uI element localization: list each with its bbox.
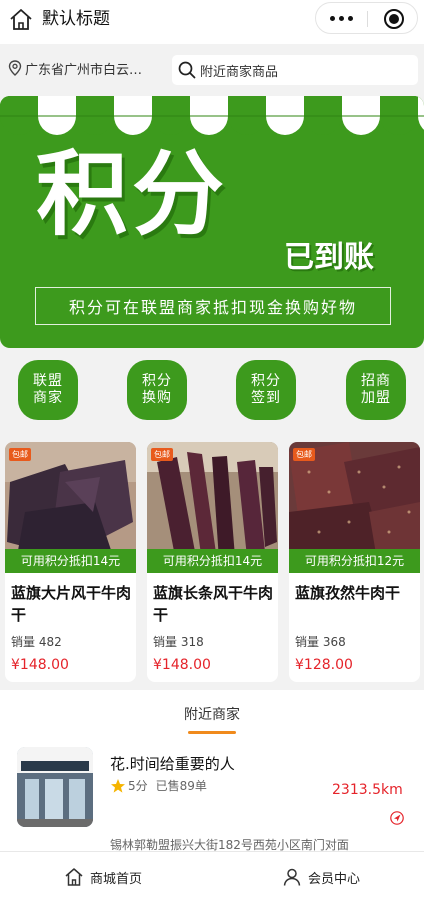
close-miniprogram-icon[interactable] xyxy=(384,9,404,29)
shop-distance: 2313.5km xyxy=(332,782,403,798)
quick-nav-alliance-merchants[interactable]: 联盟商家 xyxy=(18,360,78,420)
quick-nav-join[interactable]: 招商加盟 xyxy=(346,360,406,420)
product-price: ¥148.00 xyxy=(153,657,211,673)
quick-nav-points-checkin[interactable]: 积分签到 xyxy=(236,360,296,420)
shop-name[interactable]: 花.时间给重要的人 xyxy=(110,753,235,774)
product-sales: 销量 318 xyxy=(153,635,204,649)
nearby-merchants-section: 附近商家 花.时间给重要的人 5分 已售89单 2313.5km 锡林郭勒盟振兴… xyxy=(0,690,424,852)
product-list: 包邮 可用积分抵扣14元 蓝旗大片风干牛肉干 销量 482 ¥148.00 包邮… xyxy=(0,438,424,690)
banner-slogan: 积分可在联盟商家抵扣现金换购好物 xyxy=(35,287,391,325)
tab-mall-home[interactable]: 商城首页 xyxy=(64,852,142,901)
tab-active-indicator xyxy=(188,731,236,734)
free-shipping-badge: 包邮 xyxy=(293,448,315,461)
search-icon xyxy=(178,61,196,79)
product-price: ¥148.00 xyxy=(11,657,69,673)
location-search-row: 广东省广州市白云… 附近商家商品 xyxy=(0,44,424,96)
quick-nav: 联盟商家 积分换购 积分签到 招商加盟 xyxy=(0,348,424,438)
star-icon xyxy=(111,778,125,793)
top-nav-bar: 默认标题 xyxy=(0,0,424,44)
mini-program-capsule xyxy=(315,2,418,34)
quick-nav-points-exchange[interactable]: 积分换购 xyxy=(127,360,187,420)
points-discount-label: 可用积分抵扣14元 xyxy=(5,549,136,573)
nearby-tab-title[interactable]: 附近商家 xyxy=(0,704,424,724)
shop-rating: 5分 xyxy=(128,779,148,793)
banner-subline: 已到账 xyxy=(284,240,374,275)
home-icon xyxy=(65,868,83,886)
product-name: 蓝旗大片风干牛肉干 xyxy=(11,584,132,624)
product-sales: 销量 368 xyxy=(295,635,346,649)
product-name: 蓝旗孜然牛肉干 xyxy=(295,584,401,602)
user-icon xyxy=(283,868,301,886)
awning-decoration xyxy=(0,96,424,135)
search-placeholder: 附近商家商品 xyxy=(200,64,279,80)
points-discount-label: 可用积分抵扣12元 xyxy=(289,549,420,573)
shop-image[interactable] xyxy=(17,747,93,827)
free-shipping-badge: 包邮 xyxy=(9,448,31,461)
banner-headline: 积分 xyxy=(36,141,229,248)
tab-member-center[interactable]: 会员中心 xyxy=(282,852,360,901)
location-pin-icon xyxy=(8,60,22,76)
location-selector[interactable]: 广东省广州市白云… xyxy=(8,56,158,80)
promo-banner[interactable]: 积分 已到账 积分可在联盟商家抵扣现金换购好物 xyxy=(0,96,424,348)
tab-member-center-label: 会员中心 xyxy=(308,871,361,887)
page-title: 默认标题 xyxy=(42,9,110,29)
product-sales: 销量 482 xyxy=(11,635,62,649)
product-name: 蓝旗长条风干牛肉干 xyxy=(153,584,274,624)
shop-sold-count: 已售89单 xyxy=(155,779,207,793)
location-text: 广东省广州市白云… xyxy=(25,62,143,78)
free-shipping-badge: 包邮 xyxy=(151,448,173,461)
tab-mall-home-label: 商城首页 xyxy=(90,871,143,887)
home-icon[interactable] xyxy=(8,7,34,33)
product-price: ¥128.00 xyxy=(295,657,353,673)
points-discount-label: 可用积分抵扣14元 xyxy=(147,549,278,573)
shop-meta: 5分 已售89单 xyxy=(110,777,207,794)
navigate-arrow-icon[interactable] xyxy=(390,811,404,825)
product-card[interactable]: 包邮 可用积分抵扣14元 蓝旗长条风干牛肉干 销量 318 ¥148.00 xyxy=(147,442,278,682)
search-input[interactable]: 附近商家商品 xyxy=(172,55,418,85)
bottom-tab-bar: 商城首页 会员中心 xyxy=(0,851,424,901)
product-card[interactable]: 包邮 可用积分抵扣12元 蓝旗孜然牛肉干 销量 368 ¥128.00 xyxy=(289,442,420,682)
product-card[interactable]: 包邮 可用积分抵扣14元 蓝旗大片风干牛肉干 销量 482 ¥148.00 xyxy=(5,442,136,682)
more-icon[interactable] xyxy=(330,16,354,22)
capsule-divider xyxy=(367,11,368,27)
